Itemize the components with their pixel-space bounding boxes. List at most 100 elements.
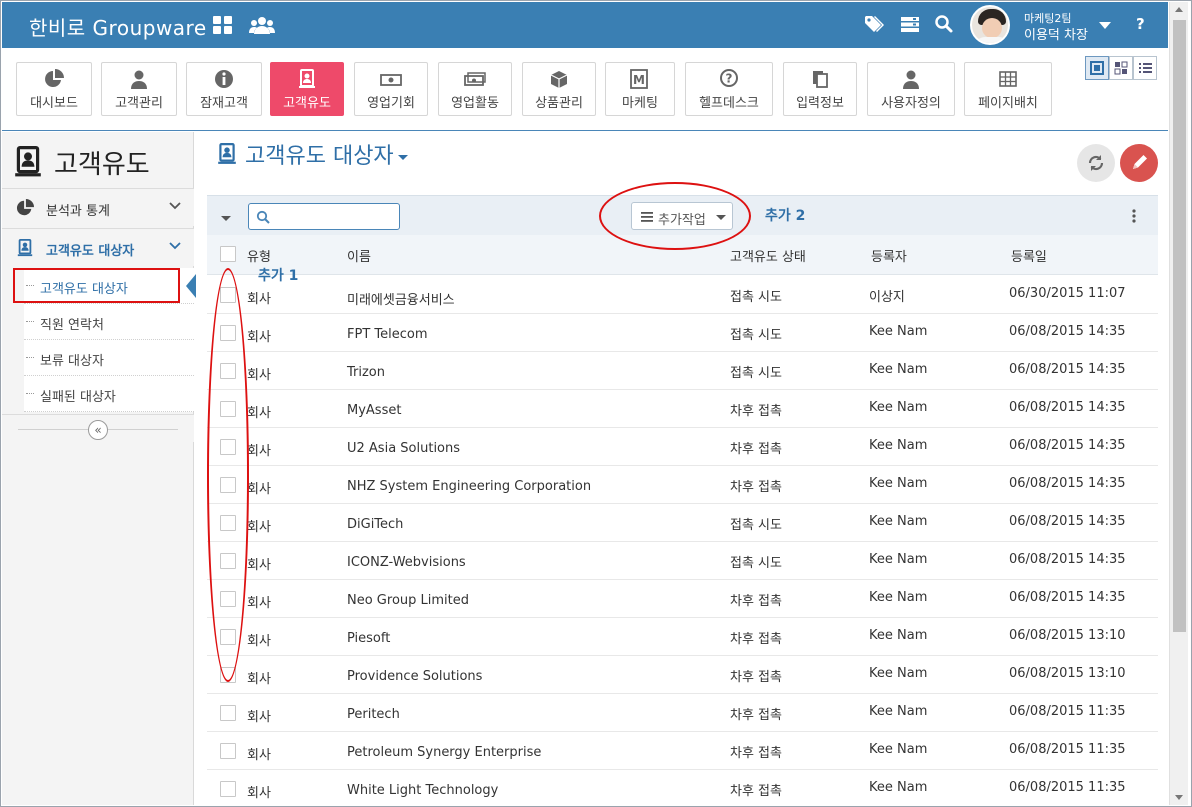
table-row[interactable]: 회사 FPT Telecom 접촉 시도 Kee Nam 06/08/2015 14:3… bbox=[207, 314, 1158, 352]
row-checkbox[interactable] bbox=[220, 743, 236, 759]
apps-grid-icon[interactable] bbox=[212, 14, 234, 36]
collapse-sidebar-button[interactable]: « bbox=[88, 420, 108, 440]
cell-type: 회사 bbox=[247, 786, 271, 801]
cell-name[interactable]: Petroleum Synergy Enterprise bbox=[347, 745, 541, 760]
table-row[interactable]: 회사 NHZ System Engineering Corporation 차후 접… bbox=[207, 466, 1158, 504]
table-grid-icon bbox=[965, 69, 1051, 89]
sidebar-section-leads[interactable]: 고객유도 대상자 bbox=[2, 228, 194, 266]
user-menu-caret-icon[interactable] bbox=[1099, 19, 1111, 29]
header-type[interactable]: 유형 bbox=[247, 246, 271, 265]
table-row[interactable]: 회사 White Light Technology 차후 접촉 Kee Nam 06/0… bbox=[207, 770, 1158, 807]
module-leads[interactable]: 고객유도 bbox=[270, 62, 344, 116]
cell-registrant: Kee Nam bbox=[869, 514, 928, 529]
module-products[interactable]: 상품관리 bbox=[522, 62, 596, 116]
cell-name[interactable]: NHZ System Engineering Corporation bbox=[347, 479, 591, 494]
chevron-down-icon[interactable] bbox=[168, 239, 182, 253]
header-date[interactable]: 등록일 bbox=[1011, 246, 1047, 265]
cell-registrant: Kee Nam bbox=[869, 666, 928, 681]
module-sales-activities[interactable]: 영업활동 bbox=[438, 62, 512, 116]
module-page-layout[interactable]: 페이지배치 bbox=[964, 62, 1052, 116]
cell-name[interactable]: MyAsset bbox=[347, 403, 401, 418]
sidebar-item-failed[interactable]: 실패된 대상자 bbox=[24, 376, 194, 412]
table-row[interactable]: 회사 Trizon 접촉 시도 Kee Nam 06/08/2015 14:35 bbox=[207, 352, 1158, 390]
module-input-info[interactable]: 입력정보 bbox=[783, 62, 857, 116]
sidebar-collapse-bar: « bbox=[2, 414, 194, 442]
sidebar-section-analytics[interactable]: 분석과 통계 bbox=[2, 188, 194, 226]
cell-registrant: Kee Nam bbox=[869, 438, 928, 453]
view-grid-button[interactable] bbox=[1109, 56, 1133, 80]
search-input[interactable] bbox=[248, 203, 400, 230]
cell-date: 06/08/2015 14:35 bbox=[1009, 400, 1126, 415]
users-group-icon[interactable] bbox=[249, 14, 275, 36]
cell-type: 회사 bbox=[247, 292, 271, 307]
table-row[interactable]: 회사 U2 Asia Solutions 차후 접촉 Kee Nam 06/08/201… bbox=[207, 428, 1158, 466]
cell-name[interactable]: Piesoft bbox=[347, 631, 390, 646]
cell-status: 차후 접촉 bbox=[730, 670, 782, 685]
select-all-checkbox[interactable] bbox=[220, 246, 236, 262]
cell-name[interactable]: 미래에셋금융서비스 bbox=[347, 289, 455, 308]
sidebar-item-staff-contacts[interactable]: 직원 연락처 bbox=[24, 304, 194, 340]
vertical-scrollbar[interactable] bbox=[1169, 2, 1188, 805]
cell-name[interactable]: Trizon bbox=[347, 365, 385, 380]
table-row[interactable]: 회사 Petroleum Synergy Enterprise 차후 접촉 Kee N… bbox=[207, 732, 1158, 770]
cell-type: 회사 bbox=[247, 748, 271, 763]
cell-name[interactable]: Providence Solutions bbox=[347, 669, 482, 684]
table-row[interactable]: 회사 MyAsset 차후 접촉 Kee Nam 06/08/2015 14:35 bbox=[207, 390, 1158, 428]
avatar[interactable] bbox=[970, 5, 1010, 45]
cell-type: 회사 bbox=[247, 406, 271, 421]
top-header: 한비로 Groupware 마케팅2팀 이용덕 차장 ? bbox=[2, 2, 1168, 48]
sidebar-item-on-hold[interactable]: 보류 대상자 bbox=[24, 340, 194, 376]
module-helpdesk[interactable]: ? 헬프데스크 bbox=[685, 62, 773, 116]
cell-name[interactable]: FPT Telecom bbox=[347, 327, 428, 342]
module-prospects[interactable]: 잠재고객 bbox=[186, 62, 262, 116]
view-single-button[interactable] bbox=[1085, 56, 1109, 80]
cell-name[interactable]: ICONZ-Webvisions bbox=[347, 555, 466, 570]
cell-name[interactable]: Neo Group Limited bbox=[347, 593, 469, 608]
cell-name[interactable]: Peritech bbox=[347, 707, 400, 722]
search-icon[interactable] bbox=[934, 14, 956, 36]
table-row[interactable]: 회사 Peritech 차후 접촉 Kee Nam 06/08/2015 11:35 bbox=[207, 694, 1158, 732]
help-icon[interactable]: ? bbox=[1136, 15, 1145, 33]
refresh-icon bbox=[1088, 155, 1104, 171]
row-checkbox[interactable] bbox=[220, 781, 236, 797]
cell-status: 접촉 시도 bbox=[730, 518, 782, 533]
table-row[interactable]: 회사 Piesoft 차후 접촉 Kee Nam 06/08/2015 13:10 bbox=[207, 618, 1158, 656]
table-row[interactable]: 회사 Neo Group Limited 차후 접촉 Kee Nam 06/08/201… bbox=[207, 580, 1158, 618]
cell-name[interactable]: U2 Asia Solutions bbox=[347, 441, 460, 456]
table-row[interactable]: 회사 DiGiTech 접촉 시도 Kee Nam 06/08/2015 14:35 bbox=[207, 504, 1158, 542]
bulk-select-caret-icon[interactable] bbox=[221, 216, 231, 221]
row-checkbox[interactable] bbox=[220, 705, 236, 721]
cell-type: 회사 bbox=[247, 596, 271, 611]
edit-button[interactable] bbox=[1120, 144, 1158, 182]
tags-icon[interactable] bbox=[864, 14, 886, 36]
chevron-down-icon[interactable] bbox=[168, 199, 182, 213]
cell-status: 차후 접촉 bbox=[730, 708, 782, 723]
scroll-thumb[interactable] bbox=[1173, 20, 1186, 632]
cell-registrant: Kee Nam bbox=[869, 324, 928, 339]
cell-name[interactable]: White Light Technology bbox=[347, 783, 498, 798]
module-custom-user[interactable]: 사용자정의 bbox=[867, 62, 955, 116]
header-registrant[interactable]: 등록자 bbox=[871, 246, 907, 265]
module-opportunities[interactable]: 영업기회 bbox=[354, 62, 428, 116]
contact-card-icon bbox=[218, 143, 236, 164]
cell-name[interactable]: DiGiTech bbox=[347, 517, 403, 532]
header-name[interactable]: 이름 bbox=[347, 246, 371, 265]
title-dropdown-caret-icon[interactable] bbox=[397, 154, 408, 160]
table-row[interactable]: 회사 Providence Solutions 차후 접촉 Kee Nam 06/08/… bbox=[207, 656, 1158, 694]
view-list-button[interactable] bbox=[1133, 56, 1157, 80]
storage-icon[interactable] bbox=[900, 14, 922, 36]
refresh-button[interactable] bbox=[1077, 144, 1115, 182]
module-marketing[interactable]: M 마케팅 bbox=[605, 62, 675, 116]
annotation-label-1: 추가 1 bbox=[258, 268, 299, 284]
question-icon: ? bbox=[686, 69, 772, 89]
table-row[interactable]: 회사 ICONZ-Webvisions 접촉 시도 Kee Nam 06/08/2015… bbox=[207, 542, 1158, 580]
user-name[interactable]: 이용덕 차장 bbox=[1024, 24, 1088, 43]
header-status[interactable]: 고객유도 상태 bbox=[730, 246, 806, 265]
module-dashboard[interactable]: 대시보드 bbox=[16, 62, 92, 116]
page-title[interactable]: 고객유도 대상자 bbox=[216, 138, 408, 170]
more-options-icon[interactable] bbox=[1132, 209, 1136, 223]
cell-status: 차후 접촉 bbox=[730, 404, 782, 419]
brand-title[interactable]: 한비로 Groupware bbox=[29, 12, 207, 41]
table-row[interactable]: 회사 미래에셋금융서비스 접촉 시도 이상지 06/30/2015 11:07 bbox=[207, 276, 1158, 314]
module-customers[interactable]: 고객관리 bbox=[101, 62, 177, 116]
